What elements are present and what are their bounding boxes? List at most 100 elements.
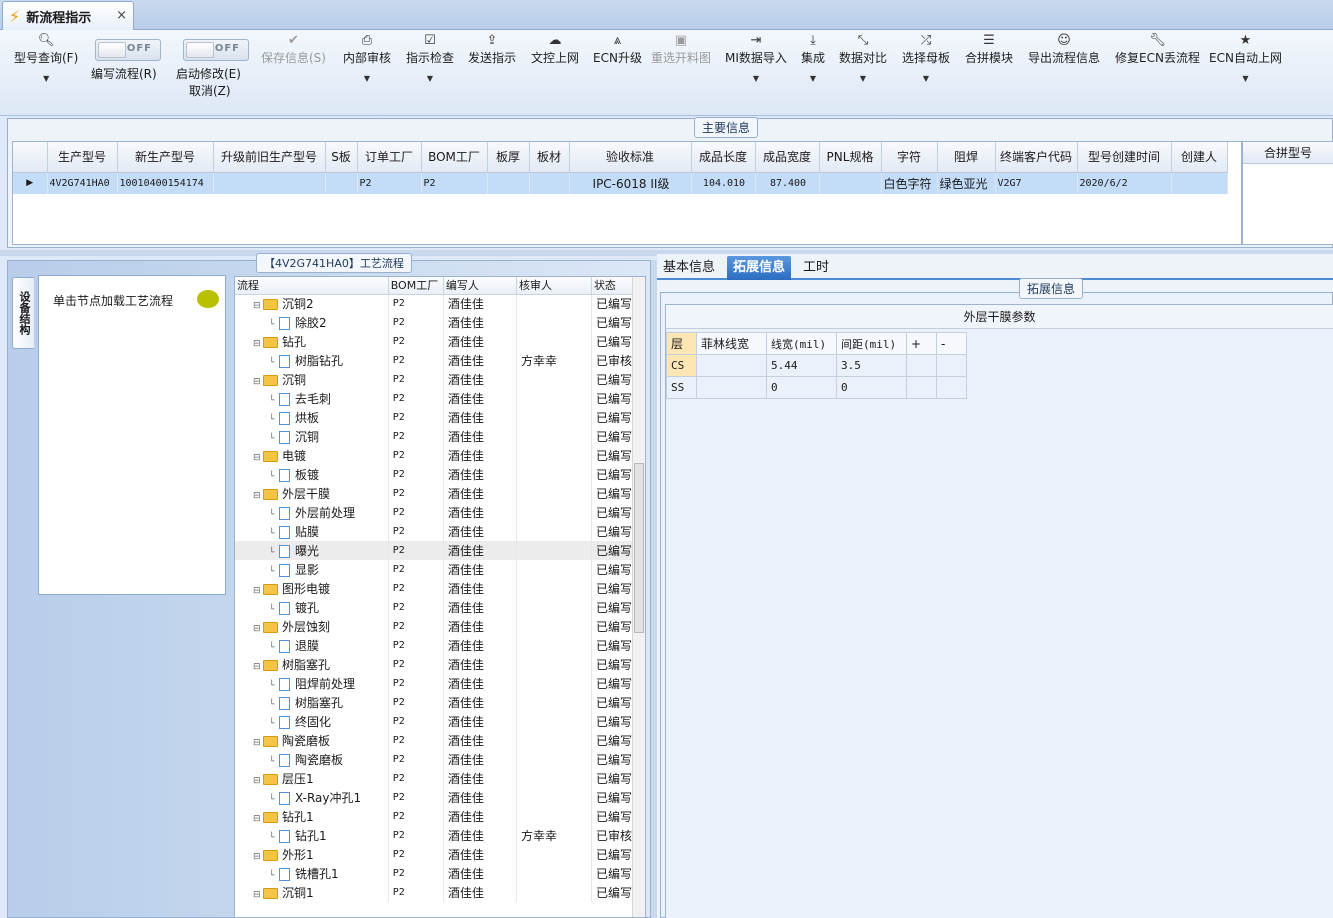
collapse-icon[interactable]: ⊟ bbox=[253, 776, 263, 786]
grid-col-header[interactable]: 板材 bbox=[529, 142, 570, 173]
add-column-button[interactable]: + bbox=[906, 332, 937, 355]
grid-col-header[interactable]: 字符 bbox=[881, 142, 938, 173]
tree-row[interactable]: └ 树脂钻孔 P2 酒佳佳 方幸幸 已审核 bbox=[235, 351, 634, 370]
grid-cell[interactable]: P2 bbox=[421, 172, 488, 194]
grid-col-header[interactable]: 成品长度 bbox=[691, 142, 756, 173]
internal-review-button[interactable]: ⎙ 内部审核 ▼ bbox=[343, 32, 391, 83]
tree-row[interactable]: └ 退膜 P2 酒佳佳 已编写 bbox=[235, 636, 634, 655]
collapse-icon[interactable]: ⊟ bbox=[253, 738, 263, 748]
tree-row[interactable]: └ 树脂塞孔 P2 酒佳佳 已编写 bbox=[235, 693, 634, 712]
collapse-icon[interactable]: ⊟ bbox=[253, 491, 263, 501]
grid-cell[interactable]: V2G7 bbox=[995, 172, 1078, 194]
grid-cell[interactable] bbox=[529, 172, 570, 194]
grid-col-header[interactable]: S板 bbox=[325, 142, 358, 173]
tree-row[interactable]: └ 去毛刺 P2 酒佳佳 已编写 bbox=[235, 389, 634, 408]
grid-col-header[interactable]: 验收标准 bbox=[569, 142, 692, 173]
param-cell[interactable] bbox=[696, 376, 767, 399]
tree-row[interactable]: └ 镀孔 P2 酒佳佳 已编写 bbox=[235, 598, 634, 617]
tree-row[interactable]: └ 铣槽孔1 P2 酒佳佳 已编写 bbox=[235, 864, 634, 883]
select-mother-board-button[interactable]: ⤮ 选择母板 ▼ bbox=[902, 32, 950, 83]
tree-row[interactable]: ⊟ 外层干膜 P2 酒佳佳 已编写 bbox=[235, 484, 634, 503]
tree-row[interactable]: └ 阻焊前处理 P2 酒佳佳 已编写 bbox=[235, 674, 634, 693]
tree-row[interactable]: ⊟ 陶瓷磨板 P2 酒佳佳 已编写 bbox=[235, 731, 634, 750]
tree-row[interactable]: ⊟ 钻孔 P2 酒佳佳 已编写 bbox=[235, 332, 634, 351]
collapse-icon[interactable]: ⊟ bbox=[253, 624, 263, 634]
grid-cell[interactable] bbox=[487, 172, 530, 194]
col-header-reviewer[interactable]: 核审人 bbox=[516, 277, 592, 295]
col-header-flow[interactable]: 流程 bbox=[235, 277, 389, 295]
grid-col-header[interactable]: 订单工厂 bbox=[357, 142, 422, 173]
tab-extended-info[interactable]: 拓展信息 bbox=[727, 256, 792, 280]
grid-col-header[interactable]: 终端客户代码 bbox=[995, 142, 1078, 173]
param-cell[interactable] bbox=[906, 354, 937, 377]
grid-cell[interactable]: 87.400 bbox=[755, 172, 820, 194]
mi-import-button[interactable]: ⇥ MI数据导入 ▼ bbox=[725, 32, 787, 83]
tree-row[interactable]: ⊟ 沉铜 P2 酒佳佳 已编写 bbox=[235, 370, 634, 389]
indicator-check-button[interactable]: ☑ 指示检查 ▼ bbox=[406, 32, 454, 83]
tree-row[interactable]: └ 陶瓷磨板 P2 酒佳佳 已编写 bbox=[235, 750, 634, 769]
param-cell[interactable]: 0 bbox=[766, 376, 837, 399]
tree-row[interactable]: ⊟ 电镀 P2 酒佳佳 已编写 bbox=[235, 446, 634, 465]
grid-cell[interactable]: 10010400154174 bbox=[117, 172, 214, 194]
query-button[interactable]: 🔍︎ 型号查询(F) ▼ bbox=[14, 32, 78, 83]
grid-cell[interactable]: 2020/6/2 bbox=[1077, 172, 1172, 194]
tree-row[interactable]: ⊟ 外形1 P2 酒佳佳 已编写 bbox=[235, 845, 634, 864]
integrate-button[interactable]: ⤓ 集成 ▼ bbox=[801, 32, 825, 83]
param-cell[interactable] bbox=[696, 354, 767, 377]
tree-row[interactable]: ⊟ 外层蚀刻 P2 酒佳佳 已编写 bbox=[235, 617, 634, 636]
tab-basic-info[interactable]: 基本信息 bbox=[657, 256, 721, 280]
grid-cell[interactable]: 104.010 bbox=[691, 172, 756, 194]
tree-row[interactable]: ⊟ 沉铜1 P2 酒佳佳 已编写 bbox=[235, 883, 634, 902]
send-button[interactable]: ⇪ 发送指示 bbox=[468, 32, 516, 66]
fix-ecn-button[interactable]: 🔧︎ 修复ECN丢流程 bbox=[1115, 32, 1200, 66]
grid-col-header[interactable]: 成品宽度 bbox=[755, 142, 820, 173]
export-flow-button[interactable]: ☺ 导出流程信息 bbox=[1028, 32, 1100, 66]
param-row[interactable]: CS 5.44 3.5 bbox=[666, 354, 967, 377]
collapse-icon[interactable]: ⊟ bbox=[253, 377, 263, 387]
tab-equipment-structure[interactable]: 设备结构 bbox=[12, 277, 34, 349]
tab-new-flow-indicator[interactable]: ⚡ 新流程指示 × bbox=[2, 1, 134, 30]
collapse-icon[interactable]: ⊟ bbox=[253, 890, 263, 900]
scrollbar-thumb[interactable] bbox=[634, 463, 644, 633]
param-cell[interactable]: 0 bbox=[836, 376, 907, 399]
grid-cell[interactable] bbox=[213, 172, 326, 194]
ecn-upgrade-button[interactable]: ⩓ ECN升级 bbox=[593, 32, 642, 66]
param-cell[interactable]: SS bbox=[666, 376, 697, 399]
col-header-status[interactable]: 状态 bbox=[591, 277, 634, 295]
collapse-icon[interactable]: ⊟ bbox=[253, 814, 263, 824]
tree-scrollbar[interactable] bbox=[632, 277, 645, 917]
param-cell[interactable] bbox=[906, 376, 937, 399]
tree-row[interactable]: └ 除胶2 P2 酒佳佳 已编写 bbox=[235, 313, 634, 332]
start-modify-toggle[interactable]: OFF bbox=[183, 39, 249, 61]
collapse-icon[interactable]: ⊟ bbox=[253, 852, 263, 862]
grid-col-header[interactable]: 生产型号 bbox=[47, 142, 118, 173]
tree-row[interactable]: └ 终固化 P2 酒佳佳 已编写 bbox=[235, 712, 634, 731]
tree-row[interactable]: ⊟ 树脂塞孔 P2 酒佳佳 已编写 bbox=[235, 655, 634, 674]
tree-row[interactable]: └ X-Ray冲孔1 P2 酒佳佳 已编写 bbox=[235, 788, 634, 807]
grid-col-header[interactable]: 创建人 bbox=[1171, 142, 1228, 173]
grid-col-header[interactable]: 新生产型号 bbox=[117, 142, 214, 173]
doc-upload-button[interactable]: ☁ 文控上网 bbox=[531, 32, 579, 66]
tree-row[interactable]: └ 贴膜 P2 酒佳佳 已编写 bbox=[235, 522, 634, 541]
tree-row[interactable]: └ 沉铜 P2 酒佳佳 已编写 bbox=[235, 427, 634, 446]
grid-cell[interactable] bbox=[1171, 172, 1228, 194]
param-cell[interactable] bbox=[936, 354, 967, 377]
param-row[interactable]: SS 0 0 bbox=[666, 376, 967, 399]
grid-cell[interactable] bbox=[819, 172, 882, 194]
tree-row[interactable]: ⊟ 层压1 P2 酒佳佳 已编写 bbox=[235, 769, 634, 788]
write-flow-toggle[interactable]: OFF bbox=[95, 39, 161, 61]
compare-button[interactable]: ⤡ 数据对比 ▼ bbox=[839, 32, 887, 83]
tab-work-hours[interactable]: 工时 bbox=[797, 256, 835, 280]
collapse-icon[interactable]: ⊟ bbox=[253, 586, 263, 596]
tree-row[interactable]: ⊟ 图形电镀 P2 酒佳佳 已编写 bbox=[235, 579, 634, 598]
table-row[interactable]: ▶ 4V2G741HA0 10010400154174 P2 P2 IPC-6018 I… bbox=[13, 172, 1228, 194]
tree-row[interactable]: ⊟ 沉铜2 P2 酒佳佳 已编写 bbox=[235, 294, 634, 313]
collapse-icon[interactable]: ⊟ bbox=[253, 301, 263, 311]
merge-module-button[interactable]: ☰ 合拼模块 bbox=[965, 32, 1013, 66]
collapse-icon[interactable]: ⊟ bbox=[253, 453, 263, 463]
remove-column-button[interactable]: - bbox=[936, 332, 967, 355]
grid-cell[interactable]: IPC-6018 II级 bbox=[569, 172, 692, 194]
param-cell[interactable]: 3.5 bbox=[836, 354, 907, 377]
tree-row[interactable]: └ 显影 P2 酒佳佳 已编写 bbox=[235, 560, 634, 579]
ecn-auto-button[interactable]: ★ ECN自动上网 ▼ bbox=[1209, 32, 1282, 83]
